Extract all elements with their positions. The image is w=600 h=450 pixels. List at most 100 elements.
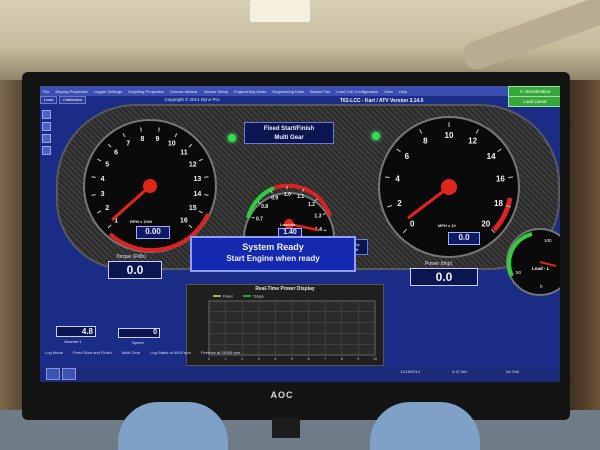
rpm-readout: 0.00 [136,226,170,239]
rpm-tick-label: 8 [141,136,145,143]
rpm-tick-label: 12 [189,162,197,169]
status-bar-item: Finishes at 11000 rpm [200,350,241,355]
menu-item[interactable]: Help [396,89,410,94]
chart-legend-label: Power [223,295,234,299]
menu-item[interactable]: Load Cell Configuration [333,89,381,94]
lambda-tick-label: 0.8 [261,204,268,210]
menu-item[interactable]: View [381,89,396,94]
rpm-tick-label: 5 [105,162,109,169]
side-tabs: Load Calibration [40,96,100,104]
taskbar: 12/18/2014 9:47 AM No Roll [40,366,560,382]
load-gauge: 100 50 0 Load - L [506,228,560,296]
status-title: System Ready [242,242,304,252]
chart-x-tick-label: 9 [357,357,359,361]
menu-item[interactable]: Display Properties [52,89,90,94]
chart-x-tick-label: 6 [308,357,310,361]
status-bar-item: Fixed Start and Finish [72,350,112,355]
gauge-tick-mark [204,194,209,196]
gauge-tick-mark [204,176,209,178]
chart-x-tick-label: 2 [241,357,243,361]
power-readout: 0.0 [410,268,478,286]
rpm-tick-label: 7 [126,141,130,148]
monitor-brand-logo: AOC [270,390,294,400]
lambda-tick-label: 1.2 [308,202,315,208]
monitor-stand [272,418,300,438]
mode-line: Fixed Start/Finish [263,126,315,132]
rpm-tick-label: 3 [101,191,105,198]
tab-calibration[interactable]: Calibration [58,96,87,104]
lambda-tick-label: 0.7 [256,217,263,223]
load-label: Load - L [532,266,550,271]
rpm-tick-label: 2 [105,205,109,212]
toolbar-icon[interactable] [42,146,51,155]
load-linear-button[interactable]: Load Linear [508,96,560,107]
chart-x-tick-label: 7 [324,357,326,361]
rpm-tick-label: 13 [194,176,202,183]
chart-x-tick-label: 1 [225,357,227,361]
gearset-label: Gearset 1 [64,339,82,344]
lambda-tick-label: 1.3 [314,214,321,220]
gauge-tick-mark [251,216,255,219]
chair-right [370,402,480,450]
status-panel: System Ready Start Engine when ready [190,236,356,272]
chart-x-tick-label: 5 [291,357,293,361]
toolbar-icon[interactable] [42,110,51,119]
menu-item[interactable]: Logger Settings [91,89,125,94]
start-button[interactable] [46,368,60,380]
menu-item[interactable]: Graphing Properties [125,89,167,94]
speed-tick-label: 20 [481,220,490,229]
chart-x-tick-label: 3 [258,357,260,361]
chart-legend-label: Torque [253,295,264,299]
taskbar-time: 9:47 AM [452,369,467,374]
rpm-tick-label: 16 [180,217,188,224]
indicator-lamp-left [228,134,236,142]
speed-field-label: Speed [132,340,144,345]
chart-x-tick-label: 0 [208,357,210,361]
chart-x-tick-label: 4 [274,357,276,361]
menu-item[interactable]: Choose Module [167,89,201,94]
chart-x-tick-label: 10 [373,357,377,361]
menu-item[interactable]: Blower Fan [307,89,333,94]
status-message: Start Engine when ready [226,254,320,263]
gauge-tick-mark [158,127,160,132]
rpm-tick-label: 10 [168,141,176,148]
menu-item[interactable]: File [40,89,52,94]
menu-item[interactable]: Engineering Mode [231,89,269,94]
taskbar-app-icon[interactable] [62,368,76,380]
speed-tick-label: 18 [494,199,503,208]
rpm-tick-label: 6 [114,150,118,157]
gauge-tick-mark [91,194,96,196]
taskbar-state: No Roll [506,369,520,374]
speed-tick-label: 6 [405,152,410,161]
tab-load[interactable]: Load [40,96,57,104]
status-bar-item: Log Mode [45,350,63,355]
menu-item[interactable]: Sensor Setup [201,89,231,94]
dyno-screen: File Display Properties Logger Settings Gra… [40,86,560,382]
lambda-tick-label: 1.0 [284,192,291,198]
speed-needle-hub [441,179,457,195]
lambda-label: Lambda [280,222,296,227]
side-toolbar [42,110,51,158]
speed-tick-label: 0 [410,220,415,229]
rpm-tick-label: 14 [194,191,202,198]
speed-tick-label: 14 [487,152,496,161]
mode-line: Multi Gear [274,135,304,141]
rpm-tick-label: 15 [189,205,197,212]
gauge-tick-mark [384,176,390,179]
speed-readout: 0.0 [448,232,480,245]
rpm-needle-hub [143,179,157,193]
speed-value: 0 [118,328,160,338]
toolbar-icon[interactable] [42,134,51,143]
power-label: Power (bhp) [425,261,453,267]
torque-label: Torque (Ft/lb) [116,254,146,260]
toolbar-icon[interactable] [42,122,51,131]
speed-unit: MPH x 10 [438,223,456,228]
menu-item[interactable]: Engineering Units [270,89,308,94]
rpm-tick-label: 9 [156,136,160,143]
gauge-tick-mark [323,229,327,232]
status-bar: Log Mode Fixed Start and Finish Multi Gear… [40,348,560,357]
gauge-tick-mark [508,176,514,179]
rpm-unit: RPM x 1000 [130,219,153,224]
status-bar-item: Log Starts at 5000 rpm [150,350,191,355]
gauge-tick-mark [314,198,318,202]
